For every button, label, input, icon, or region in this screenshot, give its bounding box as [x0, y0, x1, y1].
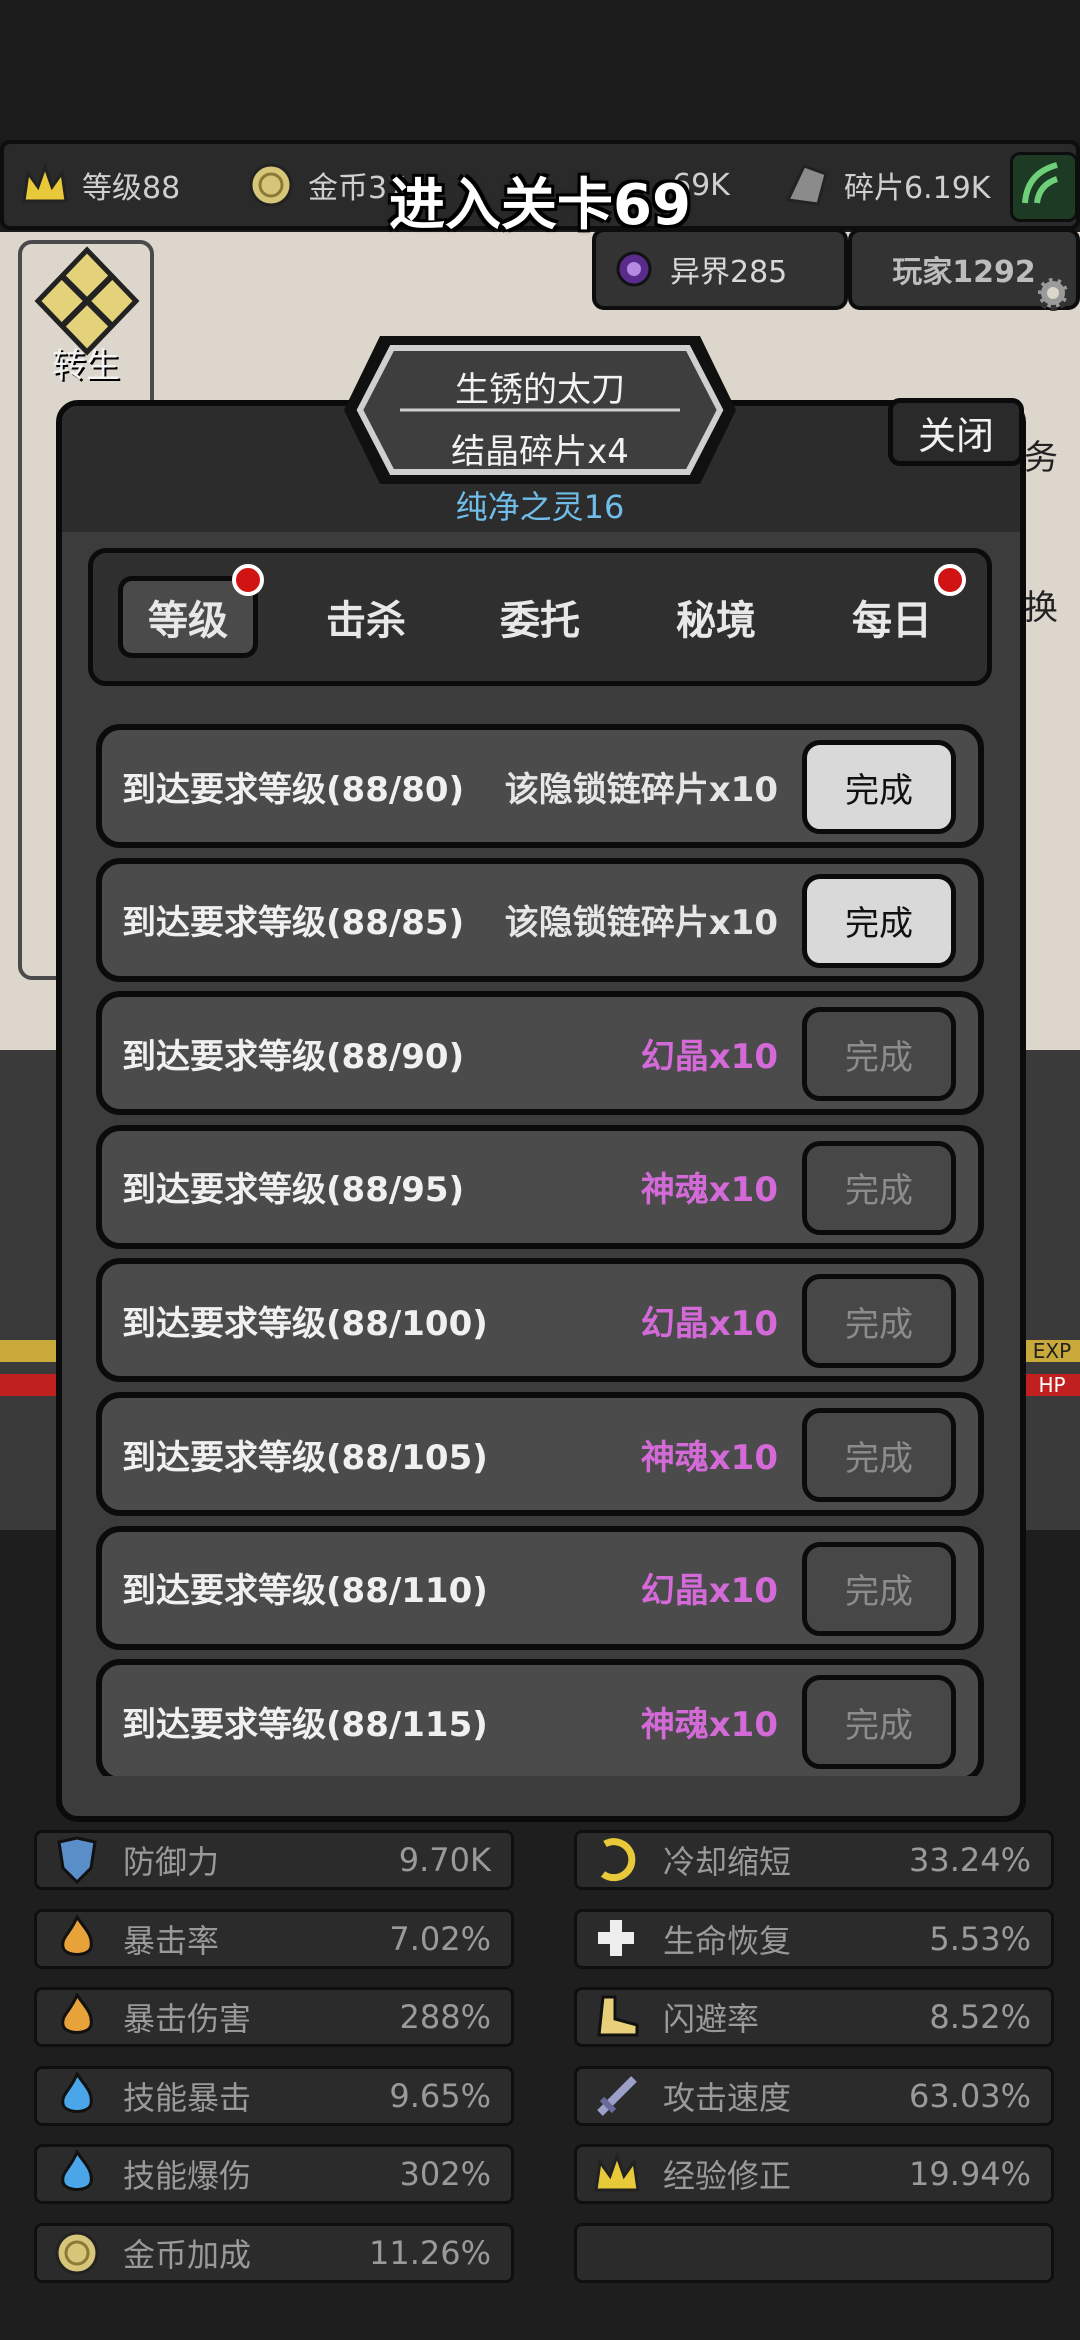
purity-label: 纯净之灵16 [455, 488, 625, 526]
shield-icon [47, 1830, 107, 1890]
attribute-label: 闪避率 [663, 2000, 760, 2038]
attribute-row: 金币加成 11.26% [34, 2222, 514, 2283]
attribute-value: 5.53% [929, 1919, 1031, 1958]
item-name: 生锈的太刀 [455, 370, 625, 410]
attribute-label: 技能爆伤 [123, 2157, 252, 2195]
quest-row: 到达要求等级(88/95) 神魂x10 完成 [96, 1124, 984, 1249]
attribute-label: 防御力 [123, 1843, 220, 1881]
attribute-label: 攻击速度 [663, 2078, 792, 2117]
exp-bar [0, 1340, 60, 1362]
tab-kill[interactable]: 击杀 [296, 576, 436, 658]
complete-button-disabled: 完成 [802, 1675, 956, 1770]
flame-icon [47, 1987, 107, 2047]
complete-button-disabled: 完成 [802, 1274, 956, 1369]
exp-label: EXP [1024, 1340, 1080, 1362]
side-swap-label: 换 [1024, 588, 1058, 628]
tab-level-notification-dot [232, 564, 264, 596]
attribute-label: 冷却缩短 [663, 1843, 792, 1881]
item-reward: 结晶碎片x4 [451, 432, 629, 472]
boot-icon [587, 1987, 647, 2047]
players-label: 玩家1292 [892, 255, 1036, 290]
quest-row: 到达要求等级(88/100) 幻晶x10 完成 [96, 1258, 984, 1383]
attribute-value: 9.65% [389, 2076, 491, 2115]
quest-requirement: 到达要求等级(88/110) [122, 1571, 488, 1612]
attribute-row: 冷却缩短 33.24% [574, 1830, 1054, 1890]
tab-commission[interactable]: 委托 [470, 576, 610, 658]
flame-icon [47, 1909, 107, 1969]
attribute-row: 闪避率 8.52% [574, 1987, 1054, 2047]
quest-requirement: 到达要求等级(88/95) [122, 1170, 465, 1211]
attribute-label: 暴击率 [123, 1921, 220, 1960]
complete-button-disabled: 完成 [802, 1541, 956, 1636]
attribute-value: 33.24% [908, 1841, 1031, 1879]
quest-row: 到达要求等级(88/90) 幻晶x10 完成 [96, 991, 984, 1116]
tab-secret-realm[interactable]: 秘境 [646, 576, 786, 658]
attribute-row: 暴击伤害 288% [34, 1987, 514, 2047]
hp-label: HP [1024, 1374, 1080, 1396]
gear-icon[interactable] [1030, 270, 1076, 316]
quest-requirement: 到达要求等级(88/105) [122, 1437, 488, 1478]
attribute-row: 暴击率 7.02% [34, 1908, 514, 1969]
quest-reward: 幻晶x10 [640, 1571, 778, 1612]
complete-button-disabled: 完成 [802, 1140, 956, 1235]
quest-reward: 神魂x10 [640, 1704, 778, 1745]
attribute-row: 技能暴击 9.65% [34, 2065, 514, 2126]
heal-plus-icon [587, 1909, 647, 1969]
attribute-label: 生命恢复 [663, 1921, 792, 1960]
attribute-value: 302% [399, 2155, 491, 2193]
quest-reward: 幻晶x10 [640, 1036, 778, 1077]
complete-button[interactable]: 完成 [802, 740, 956, 834]
otherworld-label: 异界285 [670, 255, 788, 290]
otherworld-box[interactable]: 异界285 [592, 228, 848, 310]
quest-reward: 神魂x10 [640, 1437, 778, 1478]
attribute-row: 技能爆伤 302% [34, 2144, 514, 2204]
attribute-label: 经验修正 [663, 2157, 792, 2195]
attribute-value: 11.26% [368, 2233, 491, 2272]
cooldown-icon [587, 1830, 647, 1890]
coin-icon [47, 2223, 107, 2283]
attribute-value: 288% [399, 1998, 491, 2036]
quest-reward: 该隐锁链碎片x10 [504, 769, 778, 810]
attribute-value: 9.70K [398, 1841, 491, 1879]
attribute-row: 防御力 9.70K [34, 1830, 514, 1890]
attribute-label: 金币加成 [123, 2235, 252, 2274]
quest-reward: 神魂x10 [640, 1170, 778, 1211]
complete-button-disabled: 完成 [802, 1408, 956, 1502]
quest-row: 到达要求等级(88/80) 该隐锁链碎片x10 完成 [96, 724, 984, 848]
attribute-row: 生命恢复 5.53% [574, 1908, 1054, 1969]
quest-requirement: 到达要求等级(88/85) [122, 903, 465, 944]
quest-row: 到达要求等级(88/105) 神魂x10 完成 [96, 1392, 984, 1516]
blue-flame-icon [47, 2066, 107, 2126]
sword-icon [587, 2066, 647, 2126]
tab-daily-notification-dot [934, 564, 966, 596]
quest-row: 到达要求等级(88/115) 神魂x10 完成 [96, 1659, 984, 1776]
attribute-row: 攻击速度 63.03% [574, 2065, 1054, 2126]
quest-list[interactable]: 到达要求等级(88/80) 该隐锁链碎片x10 完成 到达要求等级(88/85) 该隐锁… [96, 724, 984, 1776]
quest-requirement: 到达要求等级(88/90) [122, 1036, 465, 1077]
attribute-value: 63.03% [908, 2076, 1031, 2115]
close-button[interactable]: 关闭 [888, 398, 1024, 466]
quest-requirement: 到达要求等级(88/80) [122, 769, 465, 810]
quest-row: 到达要求等级(88/85) 该隐锁链碎片x10 完成 [96, 857, 984, 982]
quest-requirement: 到达要求等级(88/100) [122, 1303, 488, 1344]
attribute-label: 暴击伤害 [123, 2000, 252, 2038]
portal-icon [614, 249, 654, 289]
rebirth-label: 转生 [52, 346, 120, 386]
quest-row: 到达要求等级(88/110) 幻晶x10 完成 [96, 1525, 984, 1650]
complete-button-disabled: 完成 [802, 1007, 956, 1102]
complete-button[interactable]: 完成 [802, 873, 956, 968]
attribute-value: 8.52% [929, 1998, 1031, 2036]
attribute-row: 经验修正 19.94% [574, 2144, 1054, 2204]
blue-flame-icon [47, 2144, 107, 2204]
attribute-value: 7.02% [389, 1919, 491, 1958]
quest-reward: 幻晶x10 [640, 1303, 778, 1344]
attribute-value: 19.94% [908, 2155, 1031, 2193]
attribute-row-empty [574, 2222, 1054, 2283]
crown-icon [587, 2144, 647, 2204]
quest-requirement: 到达要求等级(88/115) [122, 1704, 488, 1745]
side-task-label: 务 [1024, 438, 1058, 478]
attribute-label: 技能暴击 [123, 2078, 252, 2117]
quest-reward: 该隐锁链碎片x10 [504, 903, 778, 944]
hp-bar [0, 1374, 60, 1396]
